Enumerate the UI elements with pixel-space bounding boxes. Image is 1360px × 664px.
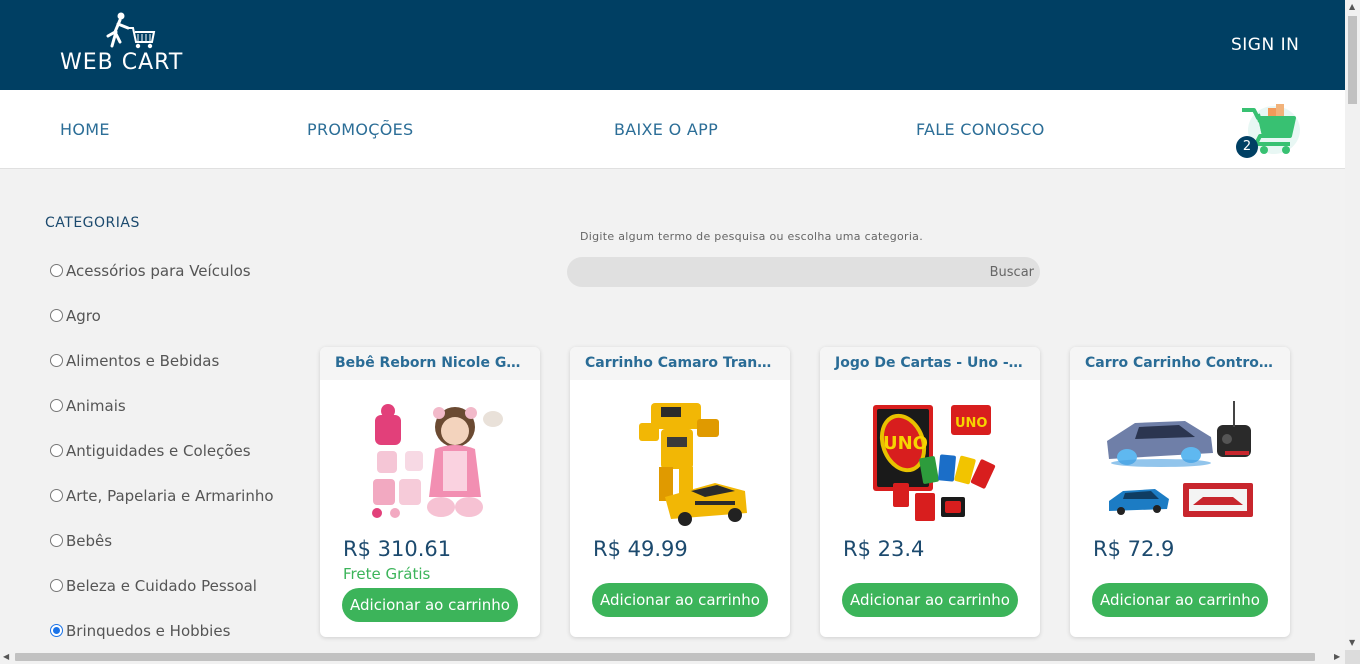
svg-text:UNO: UNO (955, 416, 988, 431)
sign-in-link[interactable]: SIGN IN (1231, 35, 1299, 55)
product-title[interactable]: Carrinho Camaro Trans... (570, 347, 790, 380)
category-beleza-cuidado[interactable]: Beleza e Cuidado Pessoal (50, 577, 274, 622)
categories-title: CATEGORIAS (45, 215, 140, 231)
category-label: Alimentos e Bebidas (66, 352, 220, 370)
category-label: Animais (66, 397, 126, 415)
product-price: R$ 72.9 (1093, 537, 1175, 561)
horizontal-scrollbar[interactable]: ◀ ▶ (0, 650, 1345, 664)
add-to-cart-button[interactable]: Adicionar ao carrinho (842, 583, 1018, 617)
nav-promocoes[interactable]: PROMOÇÕES (307, 120, 414, 139)
product-price: R$ 310.61 (343, 537, 452, 561)
category-animais[interactable]: Animais (50, 397, 274, 442)
product-price: R$ 49.99 (593, 537, 688, 561)
radio-button[interactable] (50, 399, 63, 412)
nav-home[interactable]: HOME (60, 120, 110, 139)
scroll-left-arrow-icon[interactable]: ◀ (3, 652, 9, 661)
product-card: Carrinho Camaro Trans... R$ 49.99 Adicio… (570, 347, 790, 637)
logo[interactable]: WEB CART (60, 12, 200, 78)
category-acessorios-veiculos[interactable]: Acessórios para Veículos (50, 262, 274, 307)
category-label: Agro (66, 307, 101, 325)
product-image-doll[interactable] (355, 397, 505, 527)
top-header: WEB CART SIGN IN (0, 0, 1345, 90)
horizontal-scroll-thumb[interactable] (15, 653, 1315, 661)
product-card: Carro Carrinho Control... R$ 72.9 Adicio… (1070, 347, 1290, 637)
search-input[interactable] (579, 257, 969, 287)
product-image-transformer-car[interactable] (605, 397, 755, 527)
scrollbar-corner (1345, 650, 1360, 664)
product-image-rc-car[interactable] (1105, 397, 1255, 527)
category-label: Beleza e Cuidado Pessoal (66, 577, 257, 595)
category-label: Antiguidades e Coleções (66, 442, 251, 460)
main-nav: HOME PROMOÇÕES BAIXE O APP FALE CONOSCO … (0, 90, 1345, 169)
category-label: Arte, Papelaria e Armarinho (66, 487, 274, 505)
nav-fale-conosco[interactable]: FALE CONOSCO (916, 120, 1045, 139)
product-image-uno-cards[interactable]: UNO UNO (855, 397, 1005, 527)
radio-button[interactable] (50, 264, 63, 277)
vertical-scrollbar[interactable]: ▲ ▼ (1345, 0, 1360, 650)
free-shipping-label: Frete Grátis (343, 565, 431, 583)
search-bar: Buscar (567, 257, 1040, 287)
category-alimentos-bebidas[interactable]: Alimentos e Bebidas (50, 352, 274, 397)
search-button[interactable]: Buscar (990, 265, 1034, 280)
radio-button[interactable] (50, 534, 63, 547)
radio-button[interactable] (50, 444, 63, 457)
radio-button[interactable] (50, 354, 63, 367)
shopper-cart-icon (106, 12, 156, 49)
nav-baixe-o-app[interactable]: BAIXE O APP (614, 120, 718, 139)
add-to-cart-button[interactable]: Adicionar ao carrinho (592, 583, 768, 617)
vertical-scroll-thumb[interactable] (1348, 16, 1357, 104)
product-card: Jogo De Cartas - Uno - ... UNO UNO R$ 23… (820, 347, 1040, 637)
product-title[interactable]: Carro Carrinho Control... (1070, 347, 1290, 380)
category-label: Brinquedos e Hobbies (66, 622, 231, 640)
category-bebes[interactable]: Bebês (50, 532, 274, 577)
category-antiguidades-colecoes[interactable]: Antiguidades e Coleções (50, 442, 274, 487)
svg-text:UNO: UNO (883, 433, 928, 454)
cart-button[interactable]: 2 (1236, 100, 1302, 160)
product-price: R$ 23.4 (843, 537, 925, 561)
search-hint: Digite algum termo de pesquisa ou escolh… (580, 230, 924, 243)
category-arte-papelaria[interactable]: Arte, Papelaria e Armarinho (50, 487, 274, 532)
scroll-down-arrow-icon[interactable]: ▼ (1349, 638, 1355, 647)
radio-button[interactable] (50, 579, 63, 592)
category-label: Bebês (66, 532, 113, 550)
add-to-cart-button[interactable]: Adicionar ao carrinho (342, 588, 518, 622)
scroll-up-arrow-icon[interactable]: ▲ (1349, 2, 1355, 11)
add-to-cart-button[interactable]: Adicionar ao carrinho (1092, 583, 1268, 617)
radio-button[interactable] (50, 309, 63, 322)
product-card: Bebê Reborn Nicole Gi... R$ 310.61 Frete… (320, 347, 540, 637)
radio-button-selected[interactable] (50, 624, 63, 637)
category-list: Acessórios para Veículos Agro Alimentos … (50, 262, 274, 664)
category-agro[interactable]: Agro (50, 307, 274, 352)
scroll-right-arrow-icon[interactable]: ▶ (1334, 652, 1340, 661)
logo-text: WEB CART (60, 50, 184, 75)
radio-button[interactable] (50, 489, 63, 502)
product-title[interactable]: Jogo De Cartas - Uno - ... (820, 347, 1040, 380)
category-label: Acessórios para Veículos (66, 262, 251, 280)
product-title[interactable]: Bebê Reborn Nicole Gi... (320, 347, 540, 380)
cart-count-badge: 2 (1236, 136, 1258, 158)
